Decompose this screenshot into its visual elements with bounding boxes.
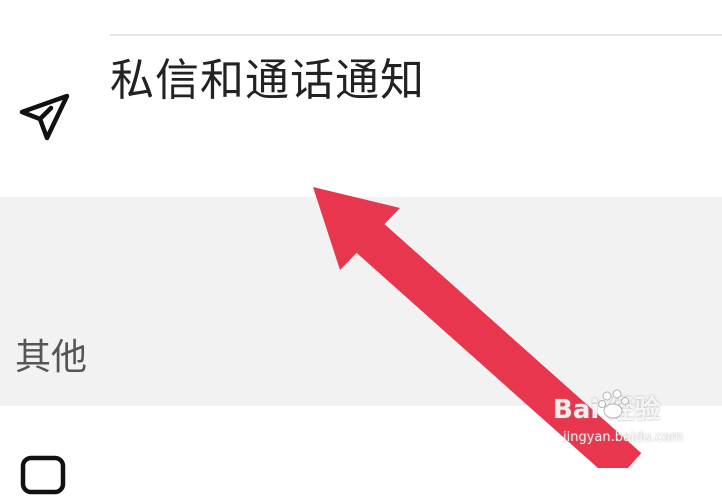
watermark-url: jingyan.baidu.com — [563, 430, 683, 445]
dm-call-notifications-label: 私信和通话通知 — [110, 55, 425, 106]
baidu-jingyan-watermark: Bai 经验 jingyan.baidu.com — [553, 388, 718, 454]
chat-bubble-icon — [20, 455, 66, 495]
settings-group-top: 私信和通话通知 — [0, 0, 722, 197]
paper-plane-icon — [19, 93, 70, 141]
paw-icon — [598, 389, 629, 419]
section-spacer — [0, 197, 722, 406]
other-section-header: 其他 — [15, 337, 88, 378]
